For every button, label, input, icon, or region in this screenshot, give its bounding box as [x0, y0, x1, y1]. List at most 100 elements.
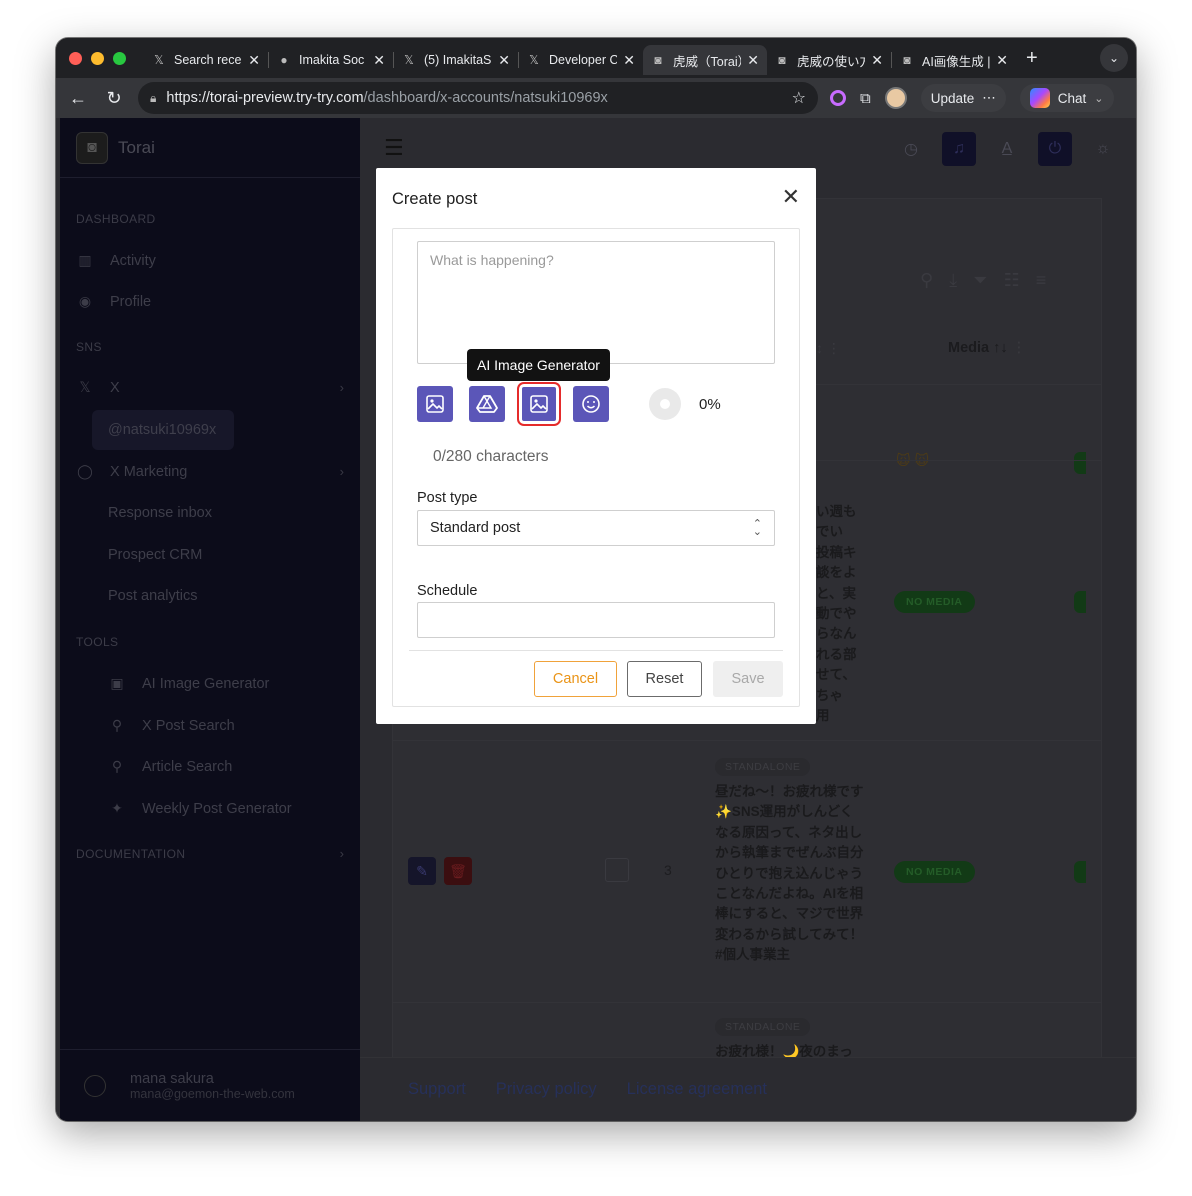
sidebar-item-profile[interactable]: ◉ Profile — [76, 293, 344, 310]
puzzle-extensions-icon[interactable]: ⧉ — [860, 90, 871, 107]
bar-chart-icon: ▥ — [78, 252, 92, 268]
column-sort-icon[interactable]: ↕ ⋮ — [816, 340, 841, 357]
browser-tab-active[interactable]: ◙ 虎威（Torai） ✕ — [643, 45, 767, 75]
theme-sun-icon[interactable]: ☼ — [1086, 132, 1120, 166]
density-icon[interactable]: ≡ — [1036, 270, 1047, 291]
address-bar[interactable]: 🔒︎ https://torai-preview.try-try.com/das… — [138, 82, 818, 114]
copilot-logo-icon — [1029, 88, 1050, 108]
bookmark-star-icon[interactable]: ☆ — [792, 88, 806, 108]
smiley-icon — [582, 395, 600, 413]
progress-percent: 0% — [699, 396, 721, 413]
save-button[interactable]: Save — [713, 661, 783, 697]
sidebar-item-x[interactable]: 𝕏 X › — [76, 379, 344, 396]
user-avatar-icon — [84, 1074, 106, 1097]
column-header-media[interactable]: Media ↑↓ ⋮ — [948, 340, 1026, 356]
ai-image-generator-tooltip: AI Image Generator — [467, 349, 610, 381]
emoji-button[interactable] — [573, 386, 609, 422]
delete-trash-icon[interactable]: 🗑︎ — [444, 857, 472, 885]
sidebar-item-account[interactable]: @natsuki10969x — [92, 410, 234, 450]
schedule-input[interactable] — [417, 602, 775, 638]
post-text-input[interactable]: What is happening? — [417, 241, 775, 364]
select-updown-icon: ⌃ ⌄ — [752, 518, 762, 538]
sidebar-item-post-analytics[interactable]: Post analytics — [108, 588, 197, 604]
row-checkbox[interactable] — [605, 858, 629, 882]
sidebar-item-weekly-post-generator[interactable]: ✦ Weekly Post Generator — [108, 800, 344, 817]
sidebar-item-activity[interactable]: ▥ Activity — [76, 252, 344, 269]
edit-pencil-icon[interactable]: ✎ — [408, 857, 436, 885]
browser-tab[interactable]: 𝕏 (5) ImakitaS ✕ — [394, 45, 518, 75]
new-tab-button[interactable]: + — [1026, 47, 1038, 70]
sidebar-item-prospect-crm[interactable]: Prospect CRM — [108, 547, 202, 563]
chevron-right-icon: › — [339, 846, 344, 861]
close-tab-icon[interactable]: ✕ — [623, 52, 635, 69]
x-logo-icon: 𝕏 — [154, 53, 164, 67]
filter-icon[interactable]: ⏷ — [973, 270, 987, 291]
post-type-select[interactable]: Standard post ⌃ ⌄ — [417, 510, 775, 546]
page-footer: Support Privacy policy License agreement — [360, 1057, 1136, 1121]
browser-tab[interactable]: ◙ AI画像生成 | ✕ — [892, 45, 1016, 75]
tab-search-chevron-icon[interactable]: ⌄ — [1100, 44, 1128, 72]
bell-icon[interactable]: ♫ — [942, 132, 976, 166]
colorful-extension-icon[interactable] — [830, 90, 846, 106]
close-tab-icon[interactable]: ✕ — [996, 52, 1008, 69]
browser-tab[interactable]: ● Imakita Soc ✕ — [269, 45, 393, 75]
close-icon[interactable]: ✕ — [782, 186, 800, 208]
sidebar-item-article-search[interactable]: ⚲ Article Search — [108, 758, 344, 775]
chat-button[interactable]: Chat ⌄ — [1019, 84, 1114, 112]
download-icon[interactable]: ⤓ — [949, 270, 957, 291]
close-tab-icon[interactable]: ✕ — [871, 52, 883, 69]
sidebar-item-ai-image-generator[interactable]: ▣ AI Image Generator — [108, 675, 344, 692]
profile-avatar[interactable] — [884, 87, 907, 109]
back-arrow-icon[interactable]: ← — [60, 88, 96, 109]
post-form: What is happening? AI Image Generator 0%… — [392, 228, 800, 707]
close-tab-icon[interactable]: ✕ — [248, 52, 260, 69]
post-type-label: Post type — [417, 490, 478, 506]
search-icon[interactable]: ⚲ — [920, 270, 933, 291]
reload-icon[interactable]: ↻ — [96, 88, 132, 109]
ai-image-generator-button[interactable] — [520, 385, 558, 423]
divider — [409, 650, 783, 651]
user-menu[interactable]: mana sakura mana@goemon-the-web.com — [60, 1049, 360, 1121]
translate-icon[interactable]: A̲ — [990, 132, 1024, 166]
history-icon[interactable]: ◷ — [894, 132, 928, 166]
reset-button[interactable]: Reset — [627, 661, 702, 697]
google-drive-button[interactable] — [469, 386, 505, 422]
close-window-button[interactable] — [69, 51, 82, 65]
brand[interactable]: ◙ Torai — [60, 118, 360, 178]
close-tab-icon[interactable]: ✕ — [373, 52, 385, 69]
cancel-button[interactable]: Cancel — [534, 661, 617, 697]
footer-link-privacy[interactable]: Privacy policy — [496, 1080, 597, 1099]
header-actions: ◷ ♫ A̲ ⏻ ☼ — [894, 132, 1120, 166]
columns-icon[interactable]: ☷ — [1004, 270, 1020, 291]
dialog-title: Create post — [392, 190, 478, 208]
sidebar-item-x-post-search[interactable]: ⚲ X Post Search — [108, 717, 344, 734]
footer-link-support[interactable]: Support — [408, 1080, 466, 1099]
update-button[interactable]: Update ⋯ — [920, 84, 1006, 112]
sidebar-item-response-inbox[interactable]: Response inbox — [108, 505, 212, 521]
google-drive-icon — [476, 395, 498, 413]
chat-bubble-icon: ◯ — [77, 463, 93, 479]
browser-tab[interactable]: 𝕏 Developer C ✕ — [519, 45, 643, 75]
site-info-icon[interactable]: 🔒︎ — [150, 91, 156, 106]
browser-tab[interactable]: ◙ 虎威の使い方 ✕ — [767, 45, 891, 75]
close-tab-icon[interactable]: ✕ — [498, 52, 510, 69]
character-count: 0/280 characters — [433, 448, 549, 465]
footer-link-license[interactable]: License agreement — [627, 1080, 767, 1099]
sidebar-item-documentation[interactable]: DOCUMENTATION › — [76, 846, 344, 861]
browser-tab[interactable]: 𝕏 Search rece ✕ — [144, 45, 268, 75]
sidebar-item-x-marketing[interactable]: ◯ X Marketing › — [76, 463, 344, 480]
hamburger-menu-icon[interactable]: ☰ — [384, 135, 404, 161]
browser-window: 𝕏 Search rece ✕ ● Imakita Soc ✕ 𝕏 (5) Im… — [56, 38, 1136, 1121]
zoom-window-button[interactable] — [113, 51, 126, 65]
search-icon: ⚲ — [111, 758, 123, 774]
power-icon[interactable]: ⏻ — [1038, 132, 1072, 166]
section-dashboard: DASHBOARD — [76, 212, 156, 226]
minimize-window-button[interactable] — [91, 51, 104, 65]
torai-logo-icon: ◙ — [778, 53, 786, 67]
web-page: ◙ Torai DASHBOARD ▥ Activity ◉ Profile S… — [56, 118, 1136, 1121]
sparkle-icon: ✦ — [111, 800, 123, 816]
close-tab-icon[interactable]: ✕ — [747, 52, 759, 69]
create-post-dialog: Create post ✕ What is happening? AI Imag… — [376, 168, 816, 724]
upload-image-button[interactable] — [417, 386, 453, 422]
window-controls — [69, 51, 126, 65]
